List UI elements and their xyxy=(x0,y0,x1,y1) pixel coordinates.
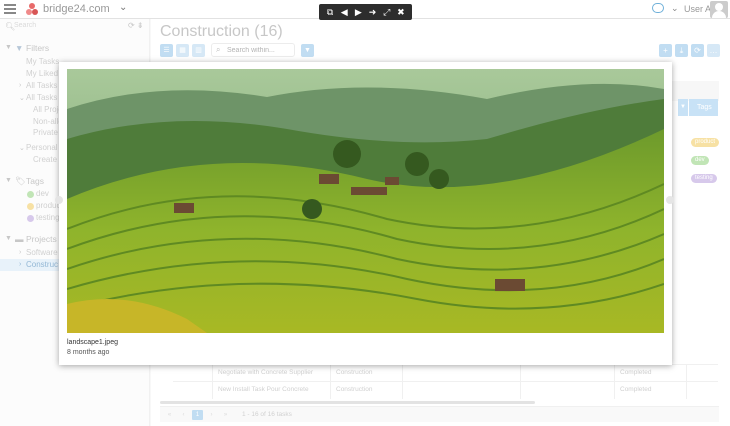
chevron-down-icon[interactable]: ⌄ xyxy=(671,3,679,14)
logo-icon xyxy=(26,3,38,15)
menu-icon[interactable] xyxy=(4,4,16,15)
chevron-down-icon[interactable]: ⌄ xyxy=(119,2,127,13)
chat-icon[interactable] xyxy=(652,3,664,13)
prev-image-button[interactable] xyxy=(55,196,63,204)
preview-image xyxy=(67,69,664,333)
fullscreen-icon[interactable]: ⤢ xyxy=(381,4,392,20)
image-filename: landscape1.jpeg xyxy=(67,339,118,346)
close-icon[interactable]: ✖ xyxy=(395,4,406,20)
arrow-right-icon[interactable]: ➜ xyxy=(367,4,378,20)
avatar[interactable] xyxy=(710,1,728,18)
external-link-icon[interactable]: ⧉ xyxy=(325,4,336,20)
image-viewer-toolbar: ⧉ ◀ ▶ ➜ ⤢ ✖ xyxy=(319,4,412,20)
arrow-left-icon[interactable]: ◀ xyxy=(339,4,350,20)
play-icon[interactable]: ▶ xyxy=(353,4,364,20)
next-image-button[interactable] xyxy=(666,196,674,204)
image-date: 8 months ago xyxy=(67,349,110,356)
image-viewer-modal: landscape1.jpeg 8 months ago xyxy=(55,62,674,365)
user-name[interactable]: User A xyxy=(684,4,711,14)
brand-name[interactable]: bridge24.com xyxy=(43,3,110,15)
